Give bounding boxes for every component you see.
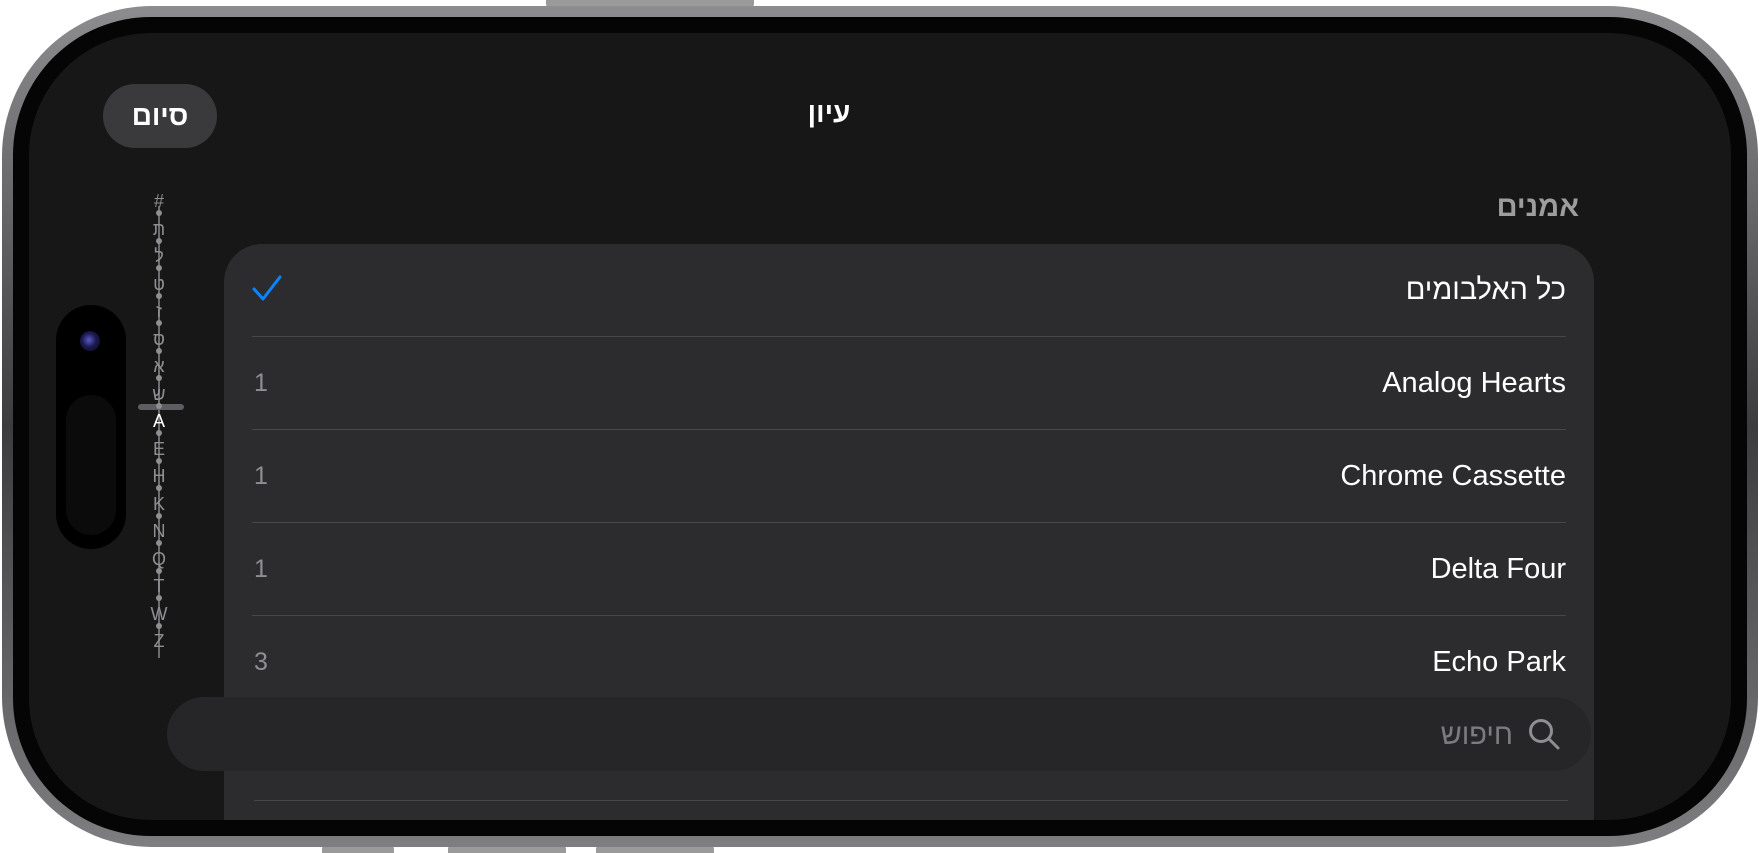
album-count: 1 bbox=[254, 462, 268, 490]
index-dot bbox=[156, 347, 162, 354]
index-dot bbox=[156, 622, 162, 629]
island-sensor bbox=[66, 395, 116, 535]
index-dot bbox=[156, 540, 162, 546]
section-index-bar[interactable]: # ת ל ט ז ס א ש A E H K N Q T W Z bbox=[136, 192, 184, 668]
index-letter[interactable]: H bbox=[136, 467, 182, 485]
phone-bezel: סיום עיון אמנים # ת ל ט ז ס א ש A E H K N Q T W Z כל האל… bbox=[13, 17, 1747, 836]
index-letter[interactable]: W bbox=[136, 605, 182, 623]
dynamic-island bbox=[56, 305, 126, 549]
index-letter[interactable]: K bbox=[136, 495, 182, 513]
album-count: 3 bbox=[254, 648, 268, 676]
index-dot bbox=[156, 210, 162, 216]
search-bar[interactable] bbox=[167, 697, 1591, 773]
index-letter[interactable]: Z bbox=[136, 632, 182, 650]
index-dot bbox=[156, 292, 162, 299]
section-header-artists: אמנים bbox=[1496, 191, 1579, 223]
index-letter[interactable]: ש bbox=[136, 385, 182, 403]
index-dot bbox=[156, 320, 162, 326]
album-count: 1 bbox=[254, 555, 268, 583]
camera-lens bbox=[80, 331, 100, 351]
index-dot bbox=[156, 567, 162, 574]
index-letter[interactable]: E bbox=[136, 440, 182, 458]
index-letter[interactable]: ת bbox=[136, 220, 182, 238]
magnifying-glass-icon bbox=[1529, 719, 1560, 750]
screen: סיום עיון אמנים # ת ל ט ז ס א ש A E H K N Q T W Z כל האל… bbox=[29, 33, 1731, 820]
divider bbox=[254, 800, 1568, 801]
index-letter[interactable]: A bbox=[136, 412, 182, 430]
index-letter[interactable]: T bbox=[136, 577, 182, 595]
done-button[interactable]: סיום bbox=[103, 84, 217, 148]
index-letter[interactable]: # bbox=[136, 192, 182, 210]
list-item-label: Chrome Cassette bbox=[1340, 460, 1566, 492]
album-count: 1 bbox=[254, 369, 268, 397]
list-item-label: Analog Hearts bbox=[1382, 367, 1566, 399]
index-dot bbox=[156, 512, 162, 519]
list-item-label: כל האלבומים bbox=[1405, 274, 1566, 306]
index-letter[interactable]: ל bbox=[136, 247, 182, 265]
list-item-label: Echo Park bbox=[1432, 646, 1566, 678]
index-dot bbox=[156, 457, 162, 464]
index-letter[interactable]: Q bbox=[136, 550, 182, 568]
index-letter[interactable]: א bbox=[136, 357, 182, 375]
index-dot bbox=[156, 265, 162, 271]
index-dot bbox=[156, 402, 162, 409]
list-item[interactable]: 3 Echo Park bbox=[224, 616, 1594, 708]
list-item[interactable]: 1 Analog Hearts bbox=[224, 337, 1594, 429]
phone-frame: סיום עיון אמנים # ת ל ט ז ס א ש A E H K N Q T W Z כל האל… bbox=[2, 6, 1758, 847]
search-input[interactable] bbox=[611, 697, 1515, 773]
list-item[interactable]: 1 Delta Four bbox=[224, 523, 1594, 615]
index-dot bbox=[156, 375, 162, 381]
page-title: עיון bbox=[807, 97, 851, 128]
index-dot bbox=[156, 595, 162, 601]
index-dot bbox=[156, 430, 162, 436]
index-letter[interactable]: ס bbox=[136, 330, 182, 348]
index-letter[interactable]: ז bbox=[136, 302, 182, 320]
list-item-label: Delta Four bbox=[1430, 553, 1566, 585]
index-letter[interactable]: ט bbox=[136, 275, 182, 293]
index-dot bbox=[156, 237, 162, 244]
checkmark-icon bbox=[252, 275, 282, 301]
list-item[interactable]: 1 Chrome Cassette bbox=[224, 430, 1594, 522]
index-dot bbox=[156, 485, 162, 491]
index-letter[interactable]: N bbox=[136, 522, 182, 540]
list-item-all-albums[interactable]: כל האלבומים bbox=[224, 244, 1594, 336]
